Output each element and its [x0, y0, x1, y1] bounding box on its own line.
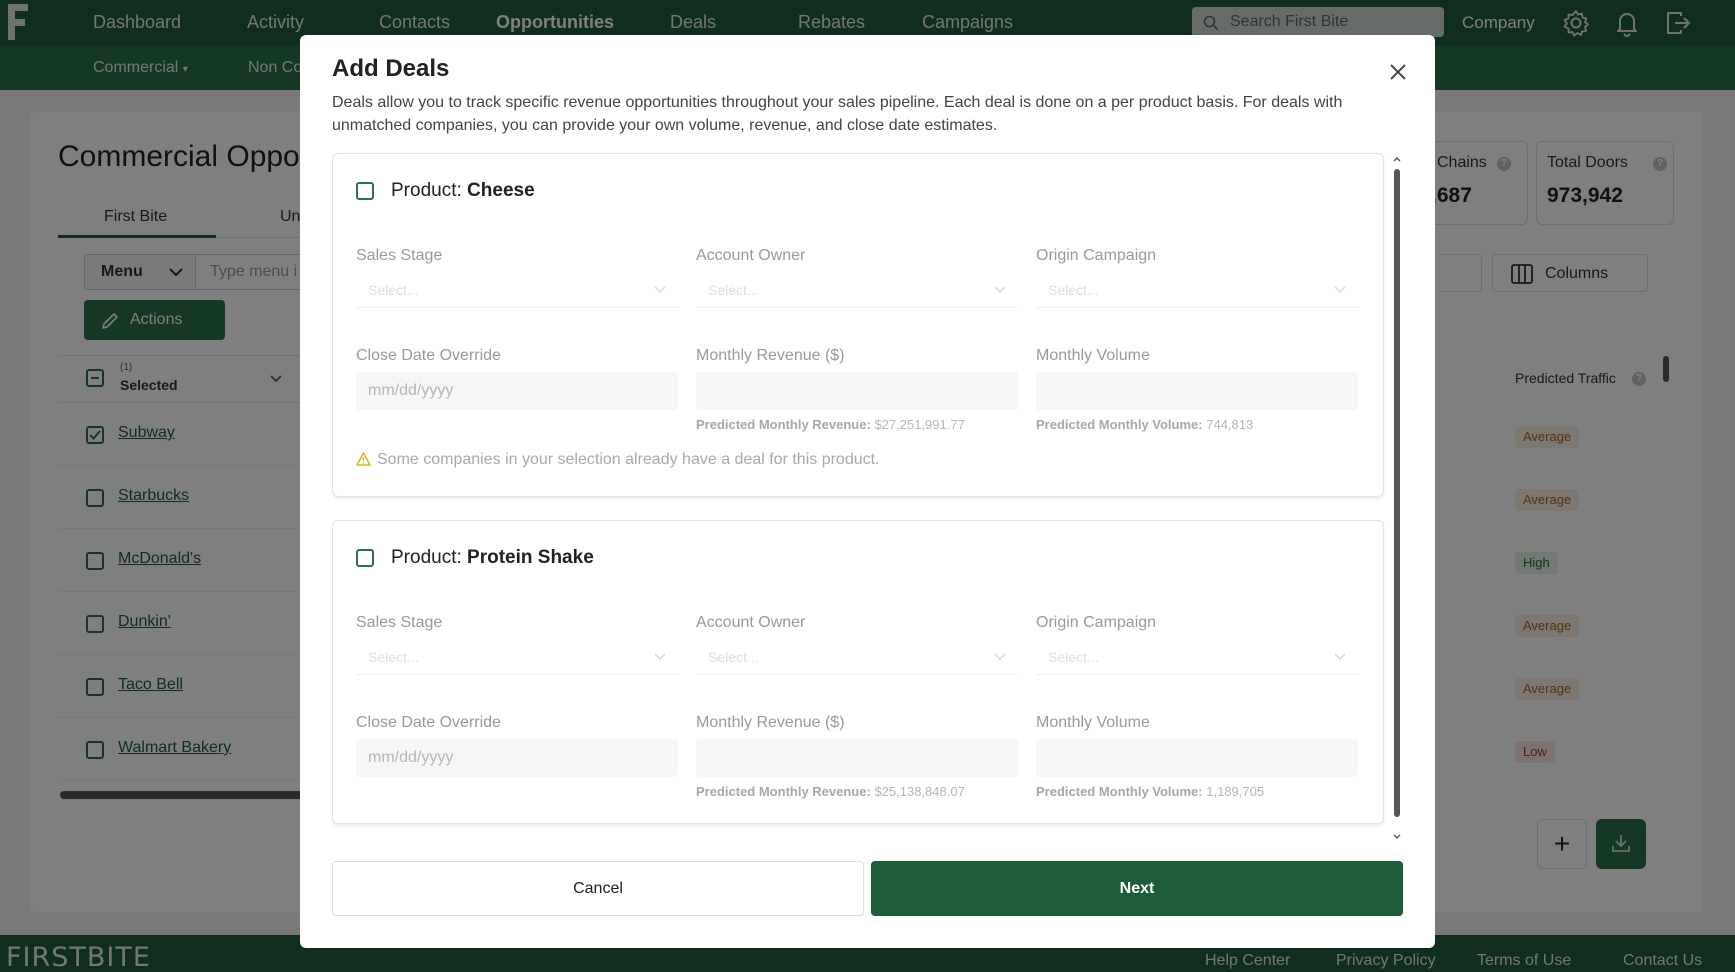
origin-campaign-select[interactable]: Select...	[1036, 639, 1358, 675]
close-icon[interactable]	[1385, 59, 1411, 85]
sales-stage-select[interactable]: Select...	[356, 639, 678, 675]
monthly-volume-label: Monthly Volume	[1036, 347, 1150, 364]
product-title: Product: Protein Shake	[391, 547, 594, 569]
duplicate-deal-warning: Some companies in your selection already…	[356, 451, 880, 469]
select-placeholder: Select...	[368, 282, 419, 298]
modal-description: Deals allow you to track specific revenu…	[332, 94, 1343, 134]
product-list[interactable]: Product: Cheese Sales Stage Account Owne…	[332, 153, 1392, 843]
product-card-protein-shake: Product: Protein Shake Sales Stage Accou…	[332, 520, 1384, 824]
chevron-down-icon	[1334, 653, 1346, 661]
chevron-down-icon	[1334, 286, 1346, 294]
sales-stage-select[interactable]: Select...	[356, 272, 678, 308]
select-placeholder: Select...	[708, 282, 759, 298]
product-prefix: Product:	[391, 180, 462, 201]
account-owner-label: Account Owner	[696, 247, 806, 264]
select-placeholder: Select...	[1048, 282, 1099, 298]
select-placeholder: Select...	[1048, 649, 1099, 665]
monthly-volume-input[interactable]	[1036, 372, 1358, 410]
predicted-volume: Predicted Monthly Volume: 1,189,705	[1036, 784, 1264, 799]
warning-text: Some companies in your selection already…	[377, 451, 880, 468]
select-placeholder: Select...	[368, 649, 419, 665]
add-deals-modal: Add Deals Deals allow you to track speci…	[300, 35, 1435, 948]
account-owner-select[interactable]: Select...	[696, 272, 1018, 308]
close-date-label: Close Date Override	[356, 347, 501, 364]
monthly-revenue-input[interactable]	[696, 372, 1018, 410]
product-title: Product: Cheese	[391, 180, 535, 202]
monthly-volume-input[interactable]	[1036, 739, 1358, 777]
warning-icon	[356, 452, 371, 466]
chevron-down-icon	[994, 653, 1006, 661]
account-owner-label: Account Owner	[696, 614, 806, 631]
chevron-down-icon	[654, 286, 666, 294]
monthly-revenue-label: Monthly Revenue ($)	[696, 347, 845, 364]
predicted-revenue-label: Predicted Monthly Revenue:	[696, 417, 871, 432]
modal-scrollbar[interactable]	[1391, 153, 1401, 843]
predicted-volume-value: 744,813	[1206, 417, 1254, 432]
monthly-revenue-label: Monthly Revenue ($)	[696, 714, 845, 731]
close-date-input[interactable]	[356, 739, 678, 777]
predicted-volume-value: 1,189,705	[1206, 784, 1265, 799]
close-date-label: Close Date Override	[356, 714, 501, 731]
modal-scroll-thumb[interactable]	[1394, 169, 1400, 817]
origin-campaign-label: Origin Campaign	[1036, 614, 1157, 631]
predicted-revenue: Predicted Monthly Revenue: $25,138,848.0…	[696, 784, 965, 799]
product-checkbox[interactable]	[356, 549, 374, 567]
chevron-down-icon[interactable]	[1392, 831, 1402, 841]
sales-stage-label: Sales Stage	[356, 614, 443, 631]
cancel-button[interactable]: Cancel	[332, 861, 864, 916]
close-date-input[interactable]	[356, 372, 678, 410]
predicted-volume-label: Predicted Monthly Volume:	[1036, 417, 1203, 432]
predicted-volume: Predicted Monthly Volume: 744,813	[1036, 417, 1253, 432]
product-prefix: Product:	[391, 547, 462, 568]
chevron-up-icon[interactable]	[1392, 155, 1402, 165]
predicted-revenue-label: Predicted Monthly Revenue:	[696, 784, 871, 799]
monthly-revenue-input[interactable]	[696, 739, 1018, 777]
select-placeholder: Select...	[708, 649, 759, 665]
chevron-down-icon	[994, 286, 1006, 294]
chevron-down-icon	[654, 653, 666, 661]
predicted-revenue: Predicted Monthly Revenue: $27,251,991.7…	[696, 417, 965, 432]
sales-stage-label: Sales Stage	[356, 247, 443, 264]
next-button[interactable]: Next	[871, 861, 1403, 916]
predicted-revenue-value: $25,138,848.07	[874, 784, 965, 799]
monthly-volume-label: Monthly Volume	[1036, 714, 1150, 731]
origin-campaign-label: Origin Campaign	[1036, 247, 1157, 264]
product-name: Protein Shake	[467, 547, 594, 568]
account-owner-select[interactable]: Select...	[696, 639, 1018, 675]
product-name: Cheese	[467, 180, 535, 201]
predicted-volume-label: Predicted Monthly Volume:	[1036, 784, 1203, 799]
product-checkbox[interactable]	[356, 182, 374, 200]
origin-campaign-select[interactable]: Select...	[1036, 272, 1358, 308]
modal-title: Add Deals	[332, 55, 450, 82]
product-card-cheese: Product: Cheese Sales Stage Account Owne…	[332, 153, 1384, 497]
predicted-revenue-value: $27,251,991.77	[874, 417, 965, 432]
